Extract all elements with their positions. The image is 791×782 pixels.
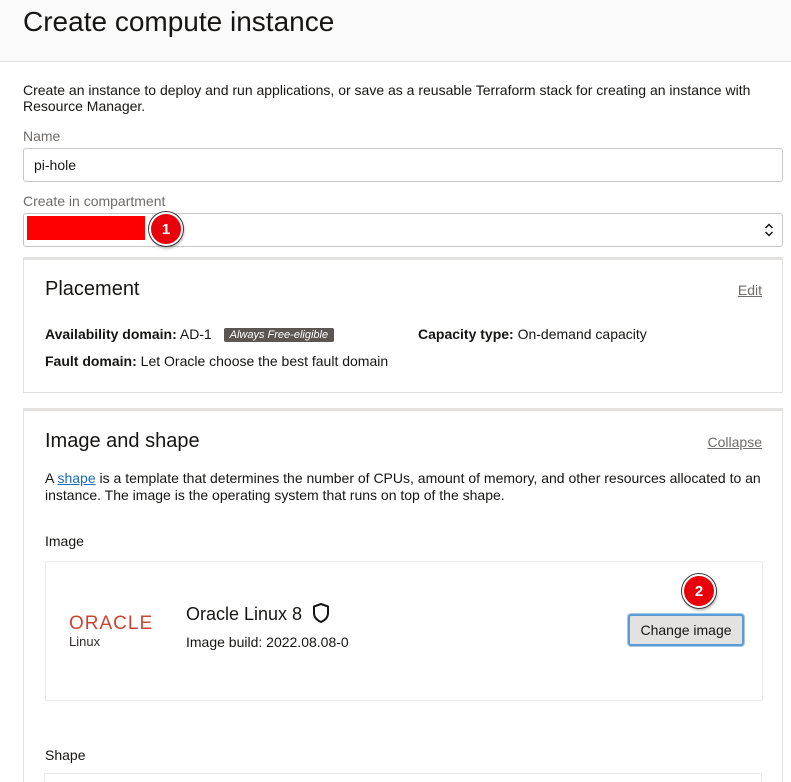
callout-badge-2: 2 [682,574,716,608]
placement-panel: Placement Edit Availability domain: AD-1… [23,257,783,393]
image-section-label: Image [45,533,84,549]
availability-domain-label: Availability domain: [45,326,177,342]
shape-section-label: Shape [45,747,86,763]
image-build: Image build: 2022.08.08-0 [186,634,349,650]
image-shape-title: Image and shape [45,430,200,452]
fault-domain-label: Fault domain: [45,353,137,369]
name-input[interactable] [23,148,783,182]
oracle-logo-subtitle: Linux [69,634,101,649]
intro-text: Create an instance to deploy and run app… [23,82,751,114]
shape-card [44,773,762,782]
shield-icon [313,603,329,623]
availability-domain: Availability domain: AD-1 Always Free-el… [45,326,335,342]
shape-link[interactable]: shape [57,470,95,486]
change-image-button[interactable]: Change image [628,614,744,646]
image-card: ORACLE Linux Oracle Linux 8 Image build:… [45,561,763,701]
availability-domain-value: AD-1 [179,326,212,342]
description-prefix: A [45,470,54,486]
image-name: Oracle Linux 8 [186,604,303,624]
capacity-type: Capacity type: On-demand capacity [418,326,647,342]
page-header: Create compute instance [0,0,791,62]
fault-domain-value: Let Oracle choose the best fault domain [140,353,389,369]
placement-title: Placement [45,278,140,300]
collapse-link[interactable]: Collapse [708,434,762,450]
description-rest: is a template that determines the number… [45,470,761,503]
placement-edit-link[interactable]: Edit [738,282,762,298]
free-eligible-badge: Always Free-eligible [223,328,335,342]
image-shape-panel: Image and shape Collapse A shape is a te… [23,408,783,782]
name-label: Name [23,128,61,144]
page-title: Create compute instance [23,6,335,37]
capacity-type-value: On-demand capacity [517,326,647,342]
oracle-logo-word: ORACLE [69,613,154,634]
image-shape-description: A shape is a template that determines th… [45,470,770,504]
compartment-label: Create in compartment [23,193,166,209]
compartment-select[interactable] [23,213,783,247]
callout-badge-1: 1 [149,212,183,246]
oracle-linux-logo: ORACLE Linux [69,613,154,650]
redacted-compartment-value [27,216,145,240]
sort-icon [764,223,774,237]
fault-domain: Fault domain: Let Oracle choose the best… [45,353,388,369]
capacity-type-label: Capacity type: [418,326,514,342]
